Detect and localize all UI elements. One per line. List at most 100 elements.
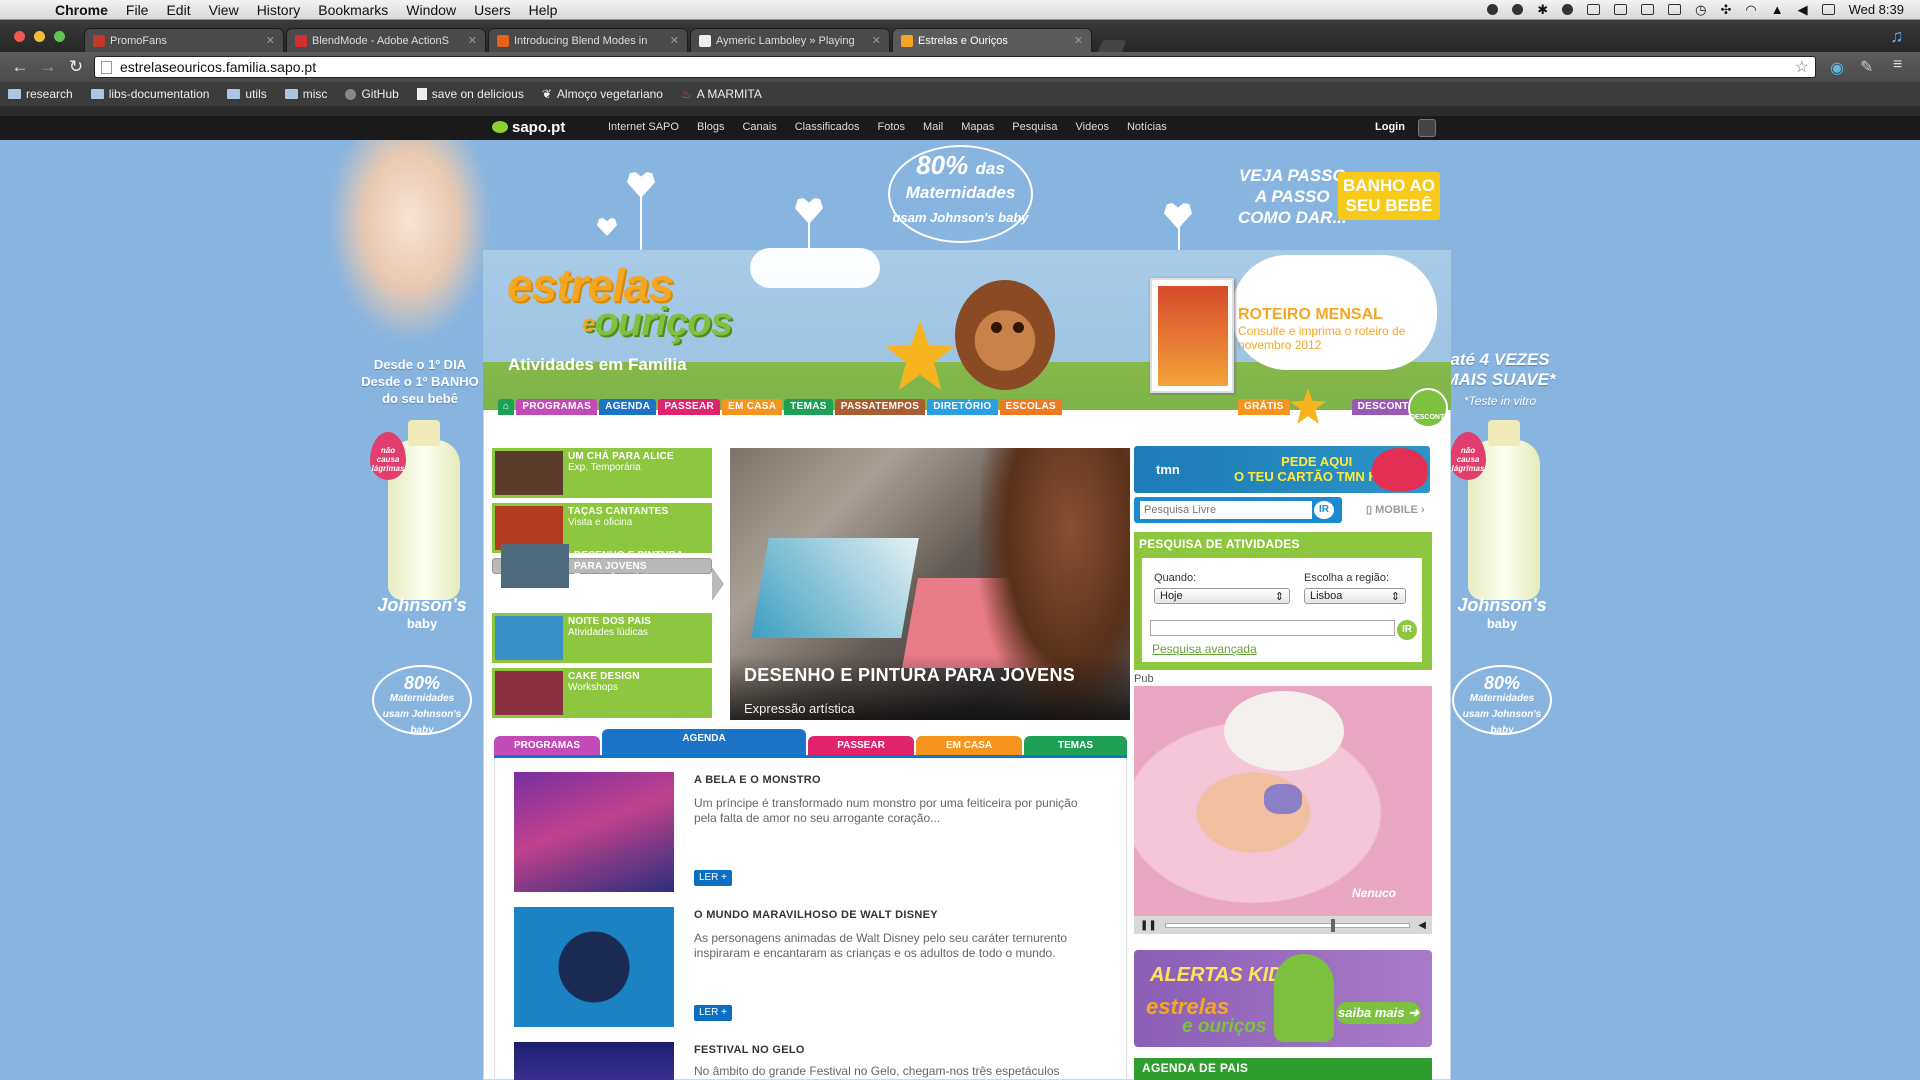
display-icon[interactable] [1614,4,1628,15]
tab-em-casa[interactable]: EM CASA [916,736,1022,756]
alertas-kids-banner[interactable]: ALERTAS KIDS estrelas e ouriços saiba ma… [1134,950,1432,1047]
sapo-logo[interactable]: sapo.pt [492,119,565,136]
menu-edit[interactable]: Edit [157,2,199,18]
sync-icon[interactable] [1562,4,1574,15]
article-image[interactable] [514,1042,674,1080]
search-input[interactable] [1140,501,1312,519]
login-link[interactable]: Login [1375,121,1405,133]
bookmark-star-icon[interactable]: ☆ [1795,57,1809,77]
bookmark-item[interactable]: misc [284,87,327,101]
advanced-search-link[interactable]: Pesquisa avançada [1152,642,1257,656]
quando-select[interactable]: Hoje ⇕ [1154,588,1290,604]
nav-passear[interactable]: PASSEAR [658,399,721,415]
menu-file[interactable]: File [117,2,158,18]
article-title[interactable]: A BELA E O MONSTRO [694,774,821,786]
nav-agenda[interactable]: AGENDA [599,399,657,415]
featured-item[interactable]: UM CHÁ PARA ALICE Exp. Temporária [492,448,712,498]
zoom-window-button[interactable] [54,31,65,42]
nav-escolas[interactable]: ESCOLAS [999,399,1062,415]
featured-item[interactable]: NOITE DOS PAIS Atividades lúdicas [492,613,712,663]
battery-icon[interactable] [1821,4,1835,15]
tab-programas[interactable]: PROGRAMAS [494,736,600,756]
bluetooth-2-icon[interactable]: ✣ [1720,2,1731,18]
featured-item-selected[interactable]: DESENHO E PINTURA PARA JOVENS Expressão a… [492,544,712,588]
article-image[interactable] [514,772,674,892]
settings-icon[interactable] [1418,119,1436,137]
sapo-link[interactable]: Internet SAPO [608,121,679,133]
featured-item[interactable]: CAKE DESIGN Workshops [492,668,712,718]
forward-button[interactable]: → [34,57,62,77]
dropbox-icon[interactable] [1487,4,1499,15]
nav-gratis[interactable]: GRÁTIS [1238,399,1290,415]
saiba-mais-button[interactable]: saiba mais ➜ [1336,1002,1421,1024]
mobile-link[interactable]: ▯ MOBILE › [1366,503,1425,516]
tear-badge-left[interactable]: não causa lágrimas [370,432,406,480]
tab-temas[interactable]: TEMAS [1024,736,1127,756]
reload-button[interactable]: ↻ [62,57,90,77]
wrench-icon[interactable]: ✎ [1860,57,1873,77]
menubar-clock[interactable]: Wed 8:39 [1849,2,1904,17]
extension-icon[interactable]: ◉ [1830,58,1844,78]
roteiro-title[interactable]: ROTEIRO MENSAL [1238,306,1383,324]
tab-agenda[interactable]: AGENDA [602,729,806,757]
eject-icon[interactable]: ▲ [1771,2,1784,17]
sapo-link[interactable]: Mapas [961,121,994,133]
nav-passatempos[interactable]: PASSATEMPOS [834,399,926,415]
search-button[interactable]: IR [1314,501,1334,519]
roteiro-cover[interactable] [1150,278,1234,393]
sapo-link[interactable]: Pesquisa [1012,121,1057,133]
video-progress-bar[interactable] [1164,918,1411,932]
read-more-button[interactable]: LER + [694,870,732,886]
music-note-icon[interactable]: ♫ [1890,26,1904,47]
bookmark-item[interactable]: GitHub [345,87,399,101]
brand-right[interactable]: Johnson's baby [1452,595,1552,631]
article-title[interactable]: O MUNDO MARAVILHOSO DE WALT DISNEY [694,909,938,921]
menu-users[interactable]: Users [465,2,520,18]
bookmark-item[interactable]: research [8,87,73,101]
menu-history[interactable]: History [248,2,310,18]
tab-close-icon[interactable]: ✕ [670,34,679,47]
agenda-pais-header[interactable]: AGENDA DE PAIS [1134,1058,1432,1080]
brand-left[interactable]: Johnson's baby [372,595,472,631]
nav-em-casa[interactable]: EM CASA [722,399,783,415]
baby-photo[interactable] [330,140,490,340]
tear-badge-right[interactable]: não causa lágrimas [1450,432,1486,480]
maternity-badge-top[interactable]: 80% das Maternidades usam Johnson's baby [888,145,1033,243]
globe-icon[interactable] [1512,4,1524,15]
roteiro-text[interactable]: Consulte e imprima o roteiro de novembro… [1238,324,1413,352]
nav-temas[interactable]: TEMAS [784,399,833,415]
bluetooth-icon[interactable]: ✱ [1537,2,1548,18]
tab-close-icon[interactable]: ✕ [872,34,881,47]
ad-veja-text[interactable]: VEJA PASSO A PASSO COMO DAR... [1238,165,1347,228]
read-more-button[interactable]: LER + [694,1005,732,1021]
bookmark-item[interactable]: ❦ Almoço vegetariano [542,87,663,101]
sapo-link[interactable]: Notícias [1127,121,1167,133]
menu-help[interactable]: Help [520,2,567,18]
monitor-icon[interactable] [1668,4,1682,15]
wifi-icon[interactable]: ◠ [1745,2,1756,18]
menu-icon[interactable]: ≡ [1893,56,1902,74]
article-title[interactable]: FESTIVAL NO GELO [694,1044,805,1056]
site-logo-2[interactable]: eouriços [582,300,733,345]
sapo-link[interactable]: Blogs [697,121,725,133]
browser-tab[interactable]: BlendMode - Adobe ActionS ✕ [286,28,486,52]
volume-icon[interactable]: ◀ [1418,920,1426,931]
screen-icon[interactable] [1587,4,1601,15]
address-bar[interactable]: estrelaseouricos.familia.sapo.pt ☆ [94,56,1816,78]
volume-icon[interactable]: ◀ [1798,2,1808,18]
menu-window[interactable]: Window [397,2,465,18]
maternity-badge-right[interactable]: 80% Maternidades usam Johnson's baby [1452,665,1552,736]
browser-tab-active[interactable]: Estrelas e Ouriços ✕ [892,28,1092,52]
tab-close-icon[interactable]: ✕ [266,34,275,47]
tmn-banner[interactable]: tmn PEDE AQUI O TEU CARTÃO TMN KIDS [1134,446,1430,493]
tab-close-icon[interactable]: ✕ [468,34,477,47]
sapo-link[interactable]: Canais [742,121,776,133]
menu-view[interactable]: View [200,2,248,18]
ad-right-text[interactable]: até 4 VEZES MAIS SUAVE* [1440,350,1560,390]
menu-bookmarks[interactable]: Bookmarks [309,2,397,18]
video-scrubber[interactable] [1331,918,1336,932]
tab-passear[interactable]: PASSEAR [808,736,914,756]
pause-icon[interactable]: ❚❚ [1140,920,1157,931]
desconto-badge[interactable]: DESCONTO [1408,388,1450,428]
browser-tab[interactable]: PromoFans ✕ [84,28,284,52]
